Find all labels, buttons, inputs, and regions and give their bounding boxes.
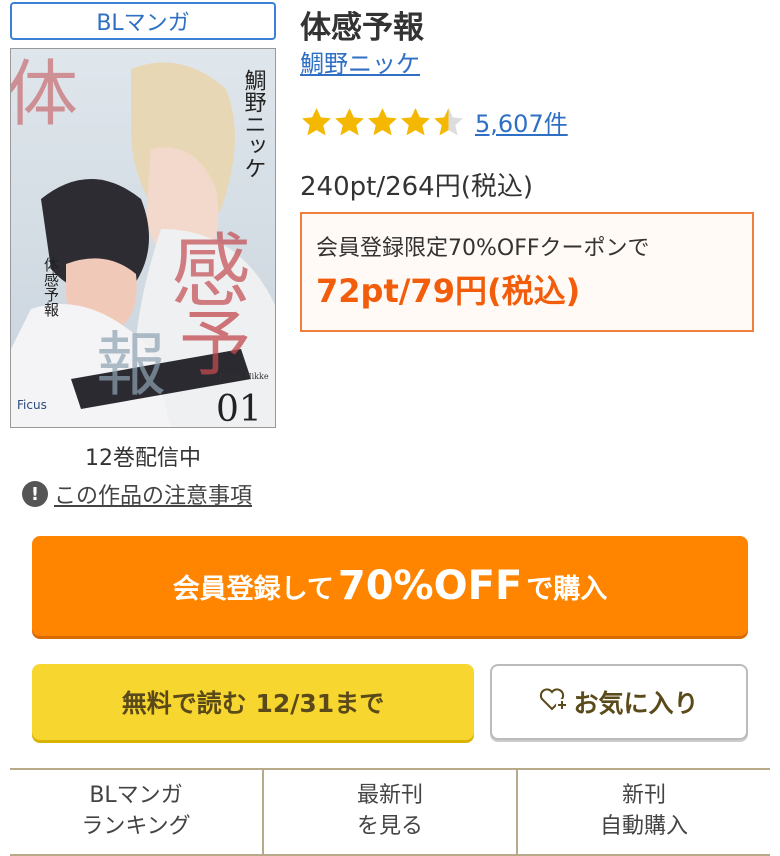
star-icon — [302, 107, 331, 135]
review-count-link[interactable]: 5,607件 — [475, 104, 568, 139]
nav-bl-ranking[interactable]: BLマンガ ランキング — [10, 770, 262, 854]
heart-plus-icon — [539, 686, 569, 718]
cover-publisher: Ficus — [17, 398, 47, 412]
regular-price: 240pt/264円(税込) — [300, 172, 533, 202]
register-buy-button[interactable]: 会員登録して 70%OFF で購入 — [32, 536, 748, 636]
star-icon — [368, 107, 397, 135]
nav-auto-purchase[interactable]: 新刊 自動購入 — [516, 770, 770, 854]
exclamation-icon: ! — [22, 481, 48, 507]
nav-latest-volume[interactable]: 最新刊 を見る — [262, 770, 516, 854]
rating: 5,607件 — [300, 104, 568, 139]
coupon-box: 会員登録限定70%OFFクーポンで 72pt/79円(税込) — [300, 212, 754, 332]
star-rating — [300, 106, 465, 138]
cover-big-char-1: 体 — [11, 52, 78, 136]
buy-button-prefix: 会員登録して — [172, 573, 334, 605]
book-cover-image[interactable]: 体 感 予 報 鯛野ニッケ 体感予報 01 Eulee Nikke Ficus — [10, 48, 276, 428]
star-icon — [401, 107, 430, 135]
cover-author-vertical: 鯛野ニッケ — [241, 69, 267, 179]
genre-badge[interactable]: BLマンガ — [10, 2, 276, 40]
free-read-button[interactable]: 無料で読む 12/31まで — [32, 664, 474, 740]
cover-big-char-4: 報 — [96, 324, 166, 406]
buy-button-suffix: で購入 — [526, 573, 608, 605]
volumes-available: 12巻配信中 — [85, 446, 201, 471]
coupon-label: 会員登録限定70%OFFクーポンで — [316, 236, 650, 261]
star-icon — [434, 107, 463, 135]
cover-title-vertical: 体感予報 — [42, 257, 60, 317]
star-icon — [335, 107, 364, 135]
coupon-price: 72pt/79円(税込) — [316, 272, 581, 310]
favorite-label: お気に入り — [573, 689, 699, 718]
cover-author-roman: Eulee Nikke — [219, 372, 269, 381]
favorite-button[interactable]: お気に入り — [490, 664, 748, 740]
book-title: 体感予報 — [300, 10, 424, 46]
bottom-nav: BLマンガ ランキング 最新刊 を見る 新刊 自動購入 — [10, 768, 770, 856]
caution-link-label[interactable]: この作品の注意事項 — [54, 478, 252, 510]
caution-link[interactable]: ! この作品の注意事項 — [22, 478, 252, 510]
cover-volume: 01 — [216, 389, 262, 428]
author-link[interactable]: 鯛野ニッケ — [300, 44, 420, 79]
buy-button-discount: 70%OFF — [337, 563, 523, 609]
